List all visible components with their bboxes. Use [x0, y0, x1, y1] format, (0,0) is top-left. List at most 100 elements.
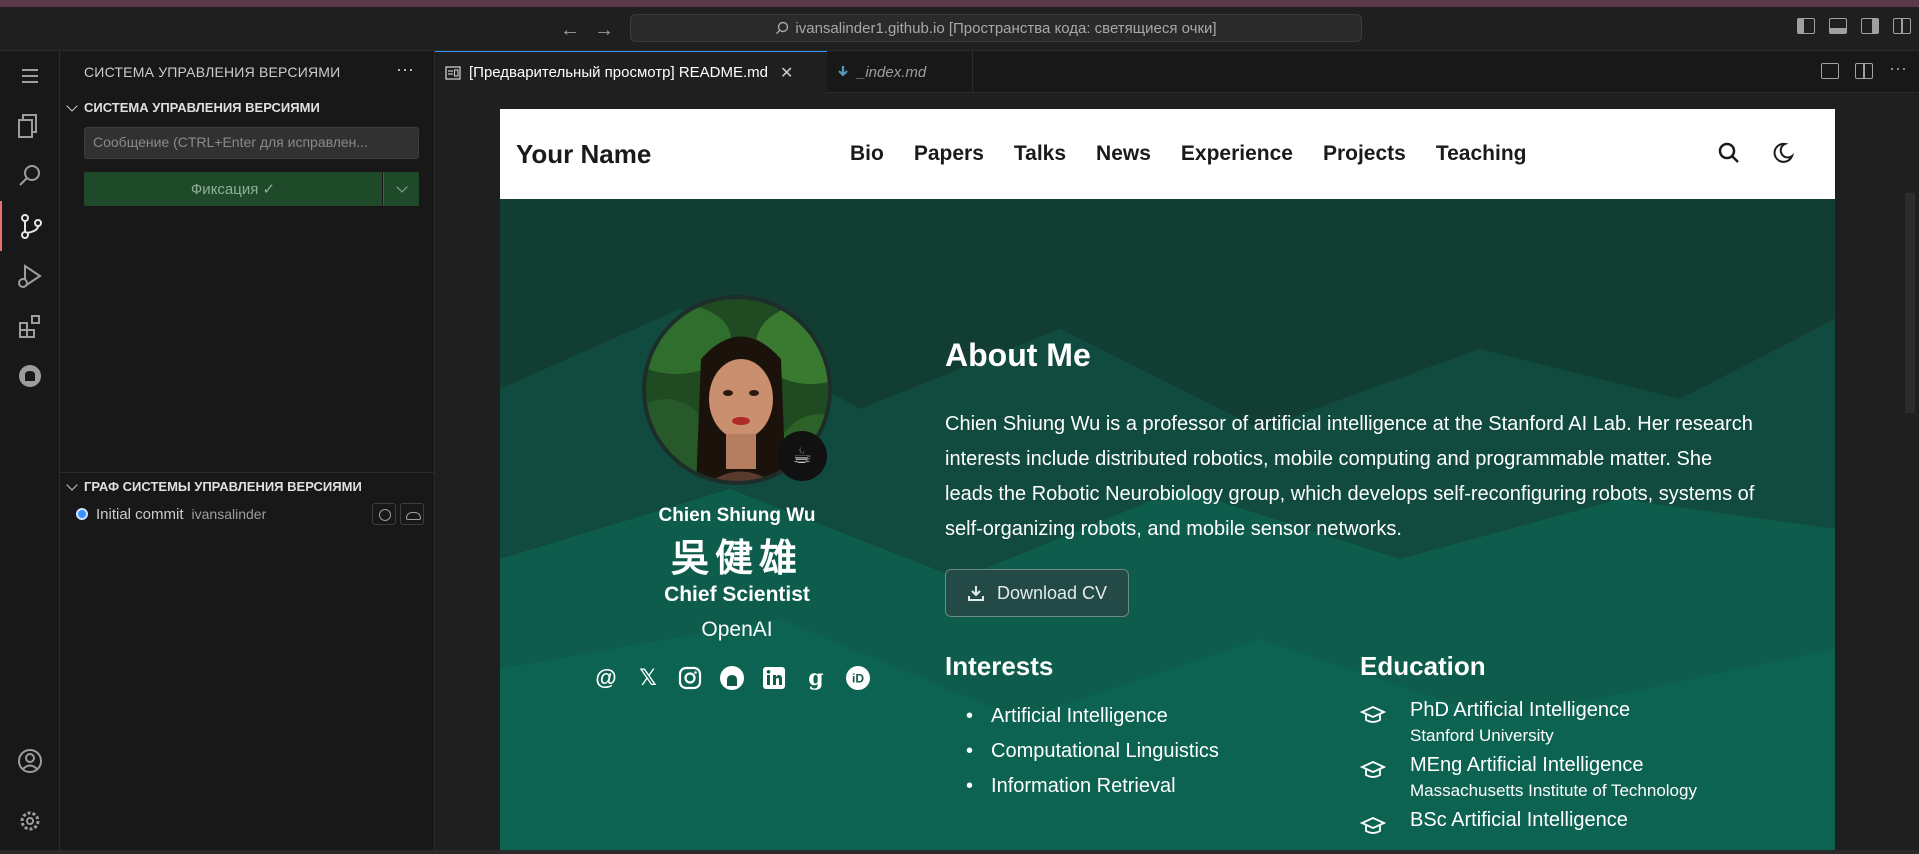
list-item: Artificial Intelligence: [970, 699, 1219, 734]
divider: [60, 472, 435, 473]
at-icon[interactable]: @: [591, 663, 621, 693]
education-degree: MEng Artificial Intelligence: [1410, 754, 1644, 776]
title-bar: ← → ivansalinder1.github.io [Пространств…: [0, 0, 1919, 51]
scrollbar[interactable]: [1905, 193, 1915, 413]
commit-message-input[interactable]: Сообщение (CTRL+Enter для исправлен...: [84, 127, 419, 159]
arrow-left-icon[interactable]: ←: [560, 19, 580, 42]
explorer-icon[interactable]: [0, 101, 60, 151]
interests-heading: Interests: [945, 651, 1054, 681]
source-control-section-header[interactable]: СИСТЕМА УПРАВЛЕНИЯ ВЕРСИЯМИ: [66, 99, 320, 115]
x-icon[interactable]: 𝕏: [633, 663, 663, 693]
coffee-status-icon: ☕: [777, 431, 827, 481]
run-debug-icon[interactable]: [0, 251, 60, 301]
download-cv-button[interactable]: Download CV: [945, 569, 1129, 617]
commit-author: ivansalinder: [191, 506, 267, 522]
toggle-secondary-sidebar-icon[interactable]: [1861, 18, 1879, 34]
education-degree: PhD Artificial Intelligence: [1410, 699, 1631, 721]
education-item: PhD Artificial Intelligence Stanford Uni…: [1410, 699, 1630, 746]
command-center[interactable]: ivansalinder1.github.io [Пространства ко…: [630, 14, 1362, 42]
extensions-icon[interactable]: [0, 301, 60, 351]
graduation-cap-icon: [1360, 706, 1386, 723]
github-icon[interactable]: [0, 351, 60, 401]
graduation-cap-icon: [1360, 817, 1386, 834]
nav-link-talks[interactable]: Talks: [1014, 142, 1066, 166]
graph-section-header[interactable]: ГРАФ СИСТЕМЫ УПРАВЛЕНИЯ ВЕРСИЯМИ: [66, 478, 362, 494]
google-scholar-icon[interactable]: g: [801, 663, 831, 693]
person-organization[interactable]: OpenAI: [632, 618, 842, 642]
nav-link-bio[interactable]: Bio: [850, 142, 884, 166]
more-actions-icon[interactable]: ···: [396, 59, 414, 80]
education-heading: Education: [1360, 651, 1486, 681]
download-icon: [967, 586, 984, 601]
split-editor-icon[interactable]: [1855, 63, 1873, 79]
commit-button[interactable]: Фиксация ✓: [84, 172, 382, 206]
download-arrow-icon: [838, 66, 848, 77]
site-nav-links: Bio Papers Talks News Experience Project…: [850, 142, 1526, 166]
chevron-down-icon: [66, 478, 78, 491]
education-degree: BSc Artificial Intelligence: [1410, 809, 1628, 831]
account-icon[interactable]: [0, 736, 60, 786]
person-title: Chief Scientist: [664, 583, 810, 606]
instagram-icon[interactable]: [675, 663, 705, 693]
search-icon: [776, 21, 789, 35]
toggle-panel-icon[interactable]: [1829, 18, 1847, 34]
search-icon[interactable]: [0, 151, 60, 201]
arrow-right-icon[interactable]: →: [594, 19, 614, 42]
commit-dropdown-button[interactable]: [383, 172, 419, 206]
close-icon[interactable]: ✕: [780, 63, 793, 83]
activity-bar: [0, 51, 60, 854]
sidebar-title: СИСТЕМА УПРАВЛЕНИЯ ВЕРСИЯМИ: [84, 64, 341, 80]
education-institution: Stanford University: [1410, 726, 1554, 745]
education-institution: Massachusetts Institute of Technology: [1410, 781, 1697, 800]
site-navbar: Your Name Bio Papers Talks News Experien…: [500, 109, 1835, 199]
graduation-cap-icon: [1360, 761, 1386, 778]
download-cv-label: Download CV: [996, 582, 1108, 603]
source-control-sidebar: СИСТЕМА УПРАВЛЕНИЯ ВЕРСИЯМИ ··· СИСТЕМА …: [60, 51, 435, 854]
open-source-icon[interactable]: [1821, 63, 1839, 79]
command-center-label: ivansalinder1.github.io [Пространства ко…: [795, 19, 1217, 37]
nav-link-papers[interactable]: Papers: [914, 142, 984, 166]
nav-link-teaching[interactable]: Teaching: [1436, 142, 1527, 166]
commit-message: Initial commit: [96, 505, 184, 523]
social-links: @ 𝕏 g iD: [591, 663, 873, 693]
nav-link-news[interactable]: News: [1096, 142, 1151, 166]
nav-link-experience[interactable]: Experience: [1181, 142, 1293, 166]
target-icon[interactable]: [372, 503, 396, 525]
tab-label: _index.md: [857, 63, 927, 81]
site-brand[interactable]: Your Name: [516, 139, 651, 170]
status-strip: [0, 850, 1919, 854]
editor-tabs: [Предварительный просмотр] README.md ✕ _…: [435, 51, 1919, 93]
list-item: Computational Linguistics: [970, 734, 1219, 769]
menu-icon[interactable]: [0, 51, 60, 101]
section-title: СИСТЕМА УПРАВЛЕНИЯ ВЕРСИЯМИ: [84, 100, 320, 115]
svg-text:iD: iD: [852, 672, 864, 686]
customize-layout-icon[interactable]: [1893, 18, 1911, 34]
linkedin-icon[interactable]: [759, 663, 789, 693]
source-control-icon[interactable]: [0, 201, 60, 251]
person-chinese-name: 吳健雄: [670, 538, 803, 580]
list-item: Information Retrieval: [970, 769, 1219, 804]
more-actions-icon[interactable]: ···: [1889, 59, 1907, 79]
tab-label: [Предварительный просмотр] README.md: [469, 64, 769, 81]
cloud-icon[interactable]: [400, 503, 424, 525]
settings-gear-icon[interactable]: [0, 796, 60, 846]
website-preview: Your Name Bio Papers Talks News Experien…: [500, 109, 1835, 854]
chevron-down-icon: [66, 99, 78, 112]
toggle-primary-sidebar-icon[interactable]: [1797, 18, 1815, 34]
nav-link-projects[interactable]: Projects: [1323, 142, 1406, 166]
person-name: Chien Shiung Wu: [658, 505, 816, 526]
graph-section-title: ГРАФ СИСТЕМЫ УПРАВЛЕНИЯ ВЕРСИЯМИ: [84, 479, 362, 494]
search-icon[interactable]: [1717, 141, 1741, 165]
education-item: MEng Artificial Intelligence Massachuset…: [1410, 754, 1697, 801]
dark-mode-moon-icon[interactable]: [1771, 141, 1795, 165]
about-paragraph: Chien Shiung Wu is a professor of artifi…: [945, 413, 1755, 540]
github-icon[interactable]: [717, 663, 747, 693]
orcid-icon[interactable]: iD: [843, 663, 873, 693]
about-heading: About Me: [945, 337, 1091, 373]
preview-icon: [445, 65, 461, 80]
tab-readme-preview[interactable]: [Предварительный просмотр] README.md ✕: [435, 51, 827, 93]
chevron-down-icon: [395, 181, 408, 193]
education-item: BSc Artificial Intelligence: [1410, 809, 1628, 832]
tab-index-md[interactable]: _index.md: [827, 51, 973, 93]
commit-dot-icon: [76, 508, 88, 520]
